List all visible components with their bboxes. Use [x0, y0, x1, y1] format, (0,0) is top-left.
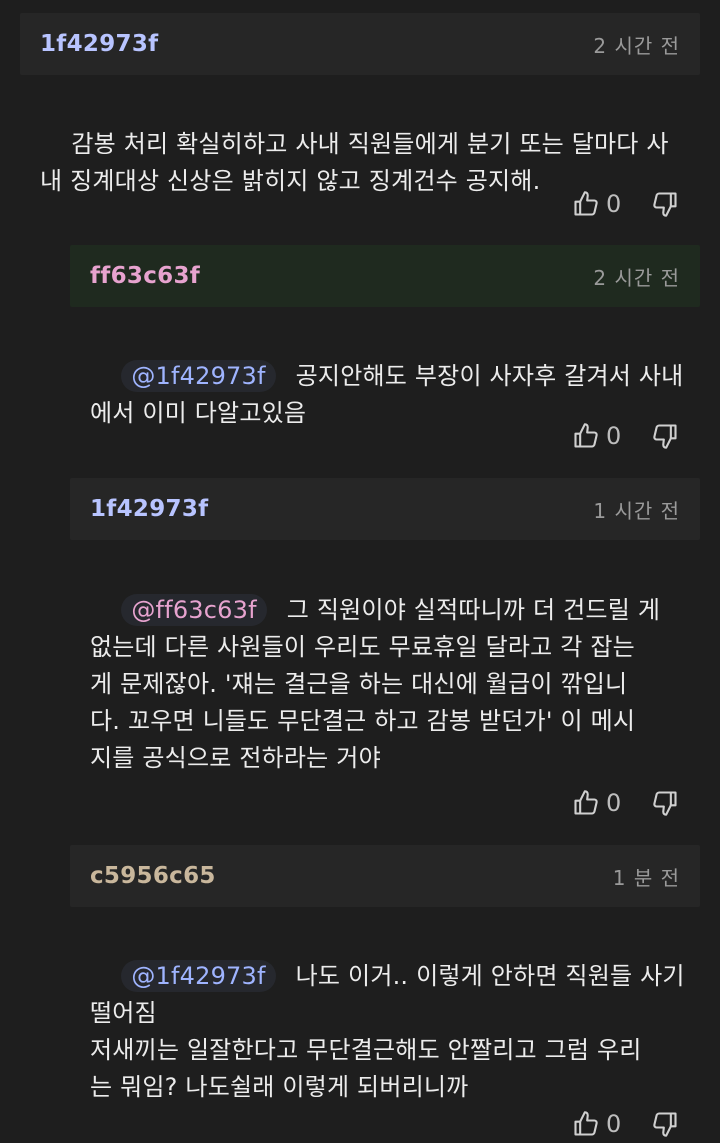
dislike-button[interactable]	[651, 789, 679, 817]
comment-text: 감봉 처리 확실히하고 사내 직원들에게 분기 또는 달마다 사 내 징계대상 …	[40, 130, 669, 195]
thumbs-up-icon	[574, 191, 598, 216]
like-count: 0	[606, 789, 622, 817]
mention-tag[interactable]: @1f42973f	[121, 360, 276, 392]
comment-author[interactable]: c5956c65	[90, 863, 216, 889]
comment-time: 2 시간 전	[593, 265, 680, 290]
mention-tag[interactable]: @1f42973f	[121, 960, 276, 992]
like-button[interactable]: 0	[572, 422, 621, 450]
comment-author[interactable]: 1f42973f	[90, 496, 208, 522]
thumbs-down-icon	[653, 791, 677, 816]
comment-header: ff63c63f 2 시간 전	[70, 245, 700, 307]
thumbs-up-icon	[574, 790, 598, 815]
comment-actions: 0	[572, 789, 679, 817]
comment-header: 1f42973f 1 시간 전	[70, 478, 700, 540]
comment-actions: 0	[572, 190, 679, 218]
like-button[interactable]: 0	[572, 789, 621, 817]
comment-time: 2 시간 전	[593, 33, 680, 58]
thumbs-down-icon	[653, 192, 677, 217]
comment-header: c5956c65 1 분 전	[70, 845, 700, 907]
comment-actions: 0	[572, 422, 679, 450]
comment-header: 1f42973f 2 시간 전	[20, 13, 700, 75]
mention-tag[interactable]: @ff63c63f	[121, 594, 267, 626]
like-count: 0	[606, 422, 622, 450]
like-button[interactable]: 0	[572, 190, 621, 218]
dislike-button[interactable]	[651, 190, 679, 218]
comment-time: 1 시간 전	[593, 498, 680, 523]
comment-body: @ff63c63f 그 직원이야 실적따니까 더 건드릴 게 없는데 다른 사원들…	[90, 555, 705, 814]
thumbs-up-icon	[574, 423, 598, 448]
like-count: 0	[606, 190, 622, 218]
comment-time: 1 분 전	[612, 865, 680, 890]
comment-author[interactable]: 1f42973f	[40, 31, 158, 57]
dislike-button[interactable]	[651, 422, 679, 450]
comment-author[interactable]: ff63c63f	[90, 263, 200, 289]
thumbs-down-icon	[653, 424, 677, 449]
